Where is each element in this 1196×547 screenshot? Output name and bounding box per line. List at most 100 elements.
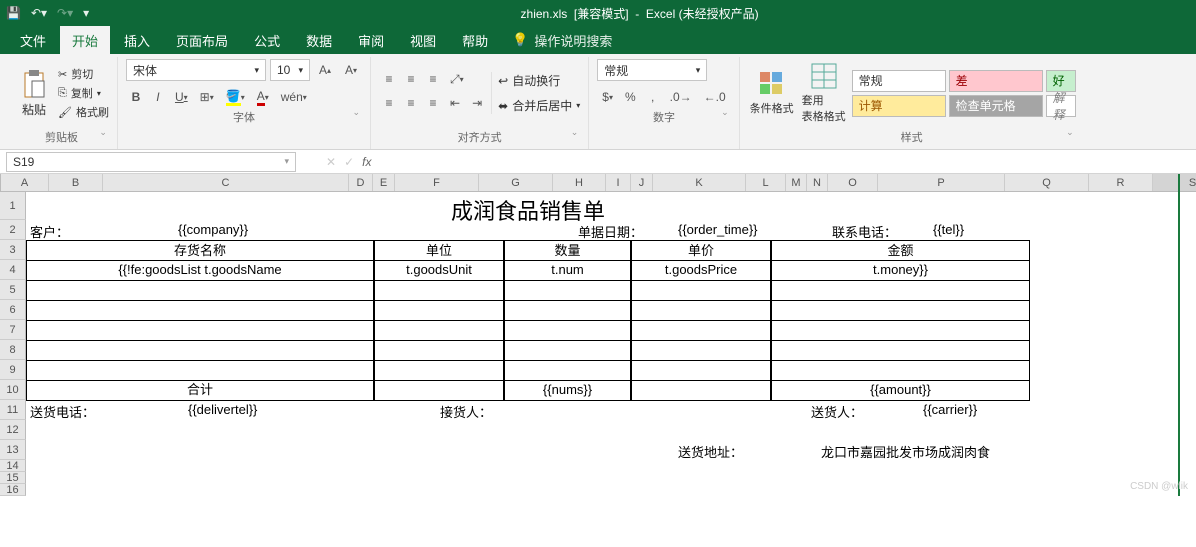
table-cell[interactable]: t.num (504, 260, 631, 281)
table-cell[interactable] (26, 360, 374, 381)
row-header-1[interactable]: 1 (0, 192, 26, 220)
col-header-J[interactable]: J (631, 174, 653, 191)
name-box[interactable]: S19▾ (6, 152, 296, 172)
col-header-R[interactable]: R (1089, 174, 1153, 191)
qat-more-icon[interactable]: ▾ (83, 6, 89, 20)
bold-button[interactable]: B (126, 87, 146, 107)
row-header-16[interactable]: 16 (0, 484, 26, 496)
phonetic-button[interactable]: wén▾ (276, 87, 312, 107)
table-cell[interactable]: t.goodsUnit (374, 260, 504, 281)
col-header-E[interactable]: E (373, 174, 395, 191)
tab-view[interactable]: 视图 (398, 26, 448, 55)
col-header-N[interactable]: N (807, 174, 828, 191)
comma-button[interactable]: , (643, 87, 663, 107)
row-header-4[interactable]: 4 (0, 260, 26, 280)
row-header-15[interactable]: 15 (0, 472, 26, 484)
col-header-I[interactable]: I (606, 174, 631, 191)
paste-button[interactable]: 粘贴 (14, 69, 54, 118)
table-cell[interactable]: {{!fe:goodsList t.goodsName (26, 260, 374, 281)
col-header-D[interactable]: D (349, 174, 373, 191)
undo-icon[interactable]: ↶▾ (31, 6, 47, 20)
table-cell[interactable] (26, 320, 374, 341)
table-cell[interactable] (631, 300, 771, 321)
font-size-select[interactable]: 10▾ (270, 59, 310, 81)
row-header-13[interactable]: 13 (0, 440, 26, 460)
table-format-button[interactable]: 套用 表格格式 (800, 62, 848, 124)
table-cell[interactable] (374, 280, 504, 301)
table-cell[interactable]: t.money}} (771, 260, 1030, 281)
table-cell[interactable] (631, 360, 771, 381)
table-cell[interactable] (771, 300, 1030, 321)
col-header-O[interactable]: O (828, 174, 878, 191)
tab-insert[interactable]: 插入 (112, 26, 162, 55)
col-header-P[interactable]: P (878, 174, 1005, 191)
save-icon[interactable]: 💾 (6, 6, 21, 20)
table-cell[interactable] (374, 340, 504, 361)
align-bottom-button[interactable]: ≡ (423, 69, 443, 89)
row-header-8[interactable]: 8 (0, 340, 26, 360)
row-header-6[interactable]: 6 (0, 300, 26, 320)
font-color-button[interactable]: A▾ (252, 87, 274, 107)
row-header-2[interactable]: 2 (0, 220, 26, 240)
font-name-select[interactable]: 宋体▾ (126, 59, 266, 81)
underline-button[interactable]: U▾ (170, 87, 193, 107)
align-middle-button[interactable]: ≡ (401, 69, 421, 89)
format-painter-button[interactable]: 🖌格式刷 (58, 104, 109, 120)
col-header-B[interactable]: B (49, 174, 103, 191)
table-cell[interactable]: t.goodsPrice (631, 260, 771, 281)
row-header-10[interactable]: 10 (0, 380, 26, 400)
col-header-H[interactable]: H (553, 174, 606, 191)
col-header-G[interactable]: G (479, 174, 553, 191)
indent-dec-button[interactable]: ⇤ (445, 93, 465, 113)
row-header-9[interactable]: 9 (0, 360, 26, 380)
col-header-A[interactable]: A (1, 174, 49, 191)
align-right-button[interactable]: ≡ (423, 93, 443, 113)
currency-button[interactable]: $▾ (597, 87, 618, 107)
table-cell[interactable] (771, 360, 1030, 381)
dec-decimal-button[interactable]: ←.0 (699, 87, 731, 107)
table-cell[interactable] (26, 340, 374, 361)
col-header-M[interactable]: M (786, 174, 807, 191)
copy-button[interactable]: ⎘复制▾ (58, 85, 109, 101)
style-normal[interactable]: 常规 (852, 70, 946, 92)
table-cell[interactable] (374, 360, 504, 381)
table-cell[interactable] (374, 320, 504, 341)
conditional-format-button[interactable]: 条件格式 (748, 70, 796, 116)
table-cell[interactable] (26, 280, 374, 301)
table-cell[interactable] (631, 280, 771, 301)
row-header-12[interactable]: 12 (0, 420, 26, 440)
orientation-button[interactable]: ⤢▾ (445, 69, 469, 89)
tab-formula[interactable]: 公式 (242, 26, 292, 55)
table-cell[interactable] (504, 280, 631, 301)
tab-layout[interactable]: 页面布局 (164, 26, 240, 55)
table-cell[interactable] (504, 340, 631, 361)
table-cell[interactable] (771, 280, 1030, 301)
italic-button[interactable]: I (148, 87, 168, 107)
table-cell[interactable] (504, 300, 631, 321)
table-cell[interactable] (504, 320, 631, 341)
tab-help[interactable]: 帮助 (450, 26, 500, 55)
percent-button[interactable]: % (620, 87, 641, 107)
style-bad[interactable]: 差 (949, 70, 1043, 92)
table-cell[interactable] (771, 320, 1030, 341)
col-header-S[interactable]: S (1153, 174, 1196, 191)
col-header-L[interactable]: L (746, 174, 786, 191)
col-header-C[interactable]: C (103, 174, 349, 191)
number-format-select[interactable]: 常规▾ (597, 59, 707, 81)
cut-button[interactable]: ✂剪切 (58, 66, 109, 82)
style-calc[interactable]: 计算 (852, 95, 946, 117)
row-header-11[interactable]: 11 (0, 400, 26, 420)
worksheet[interactable]: ABCDEFGHIJKLMNOPQRS 12345678910111213141… (0, 174, 1196, 496)
wrap-text-button[interactable]: ↩自动换行 (498, 72, 580, 89)
align-left-button[interactable]: ≡ (379, 93, 399, 113)
align-center-button[interactable]: ≡ (401, 93, 421, 113)
cancel-icon[interactable]: ✕ (326, 155, 336, 169)
row-header-7[interactable]: 7 (0, 320, 26, 340)
row-header-14[interactable]: 14 (0, 460, 26, 472)
style-note[interactable]: 解释 (1046, 95, 1076, 117)
table-cell[interactable] (631, 340, 771, 361)
table-cell[interactable] (504, 360, 631, 381)
table-cell[interactable] (771, 340, 1030, 361)
table-cell[interactable] (26, 300, 374, 321)
fill-color-button[interactable]: 🪣▾ (221, 87, 250, 107)
